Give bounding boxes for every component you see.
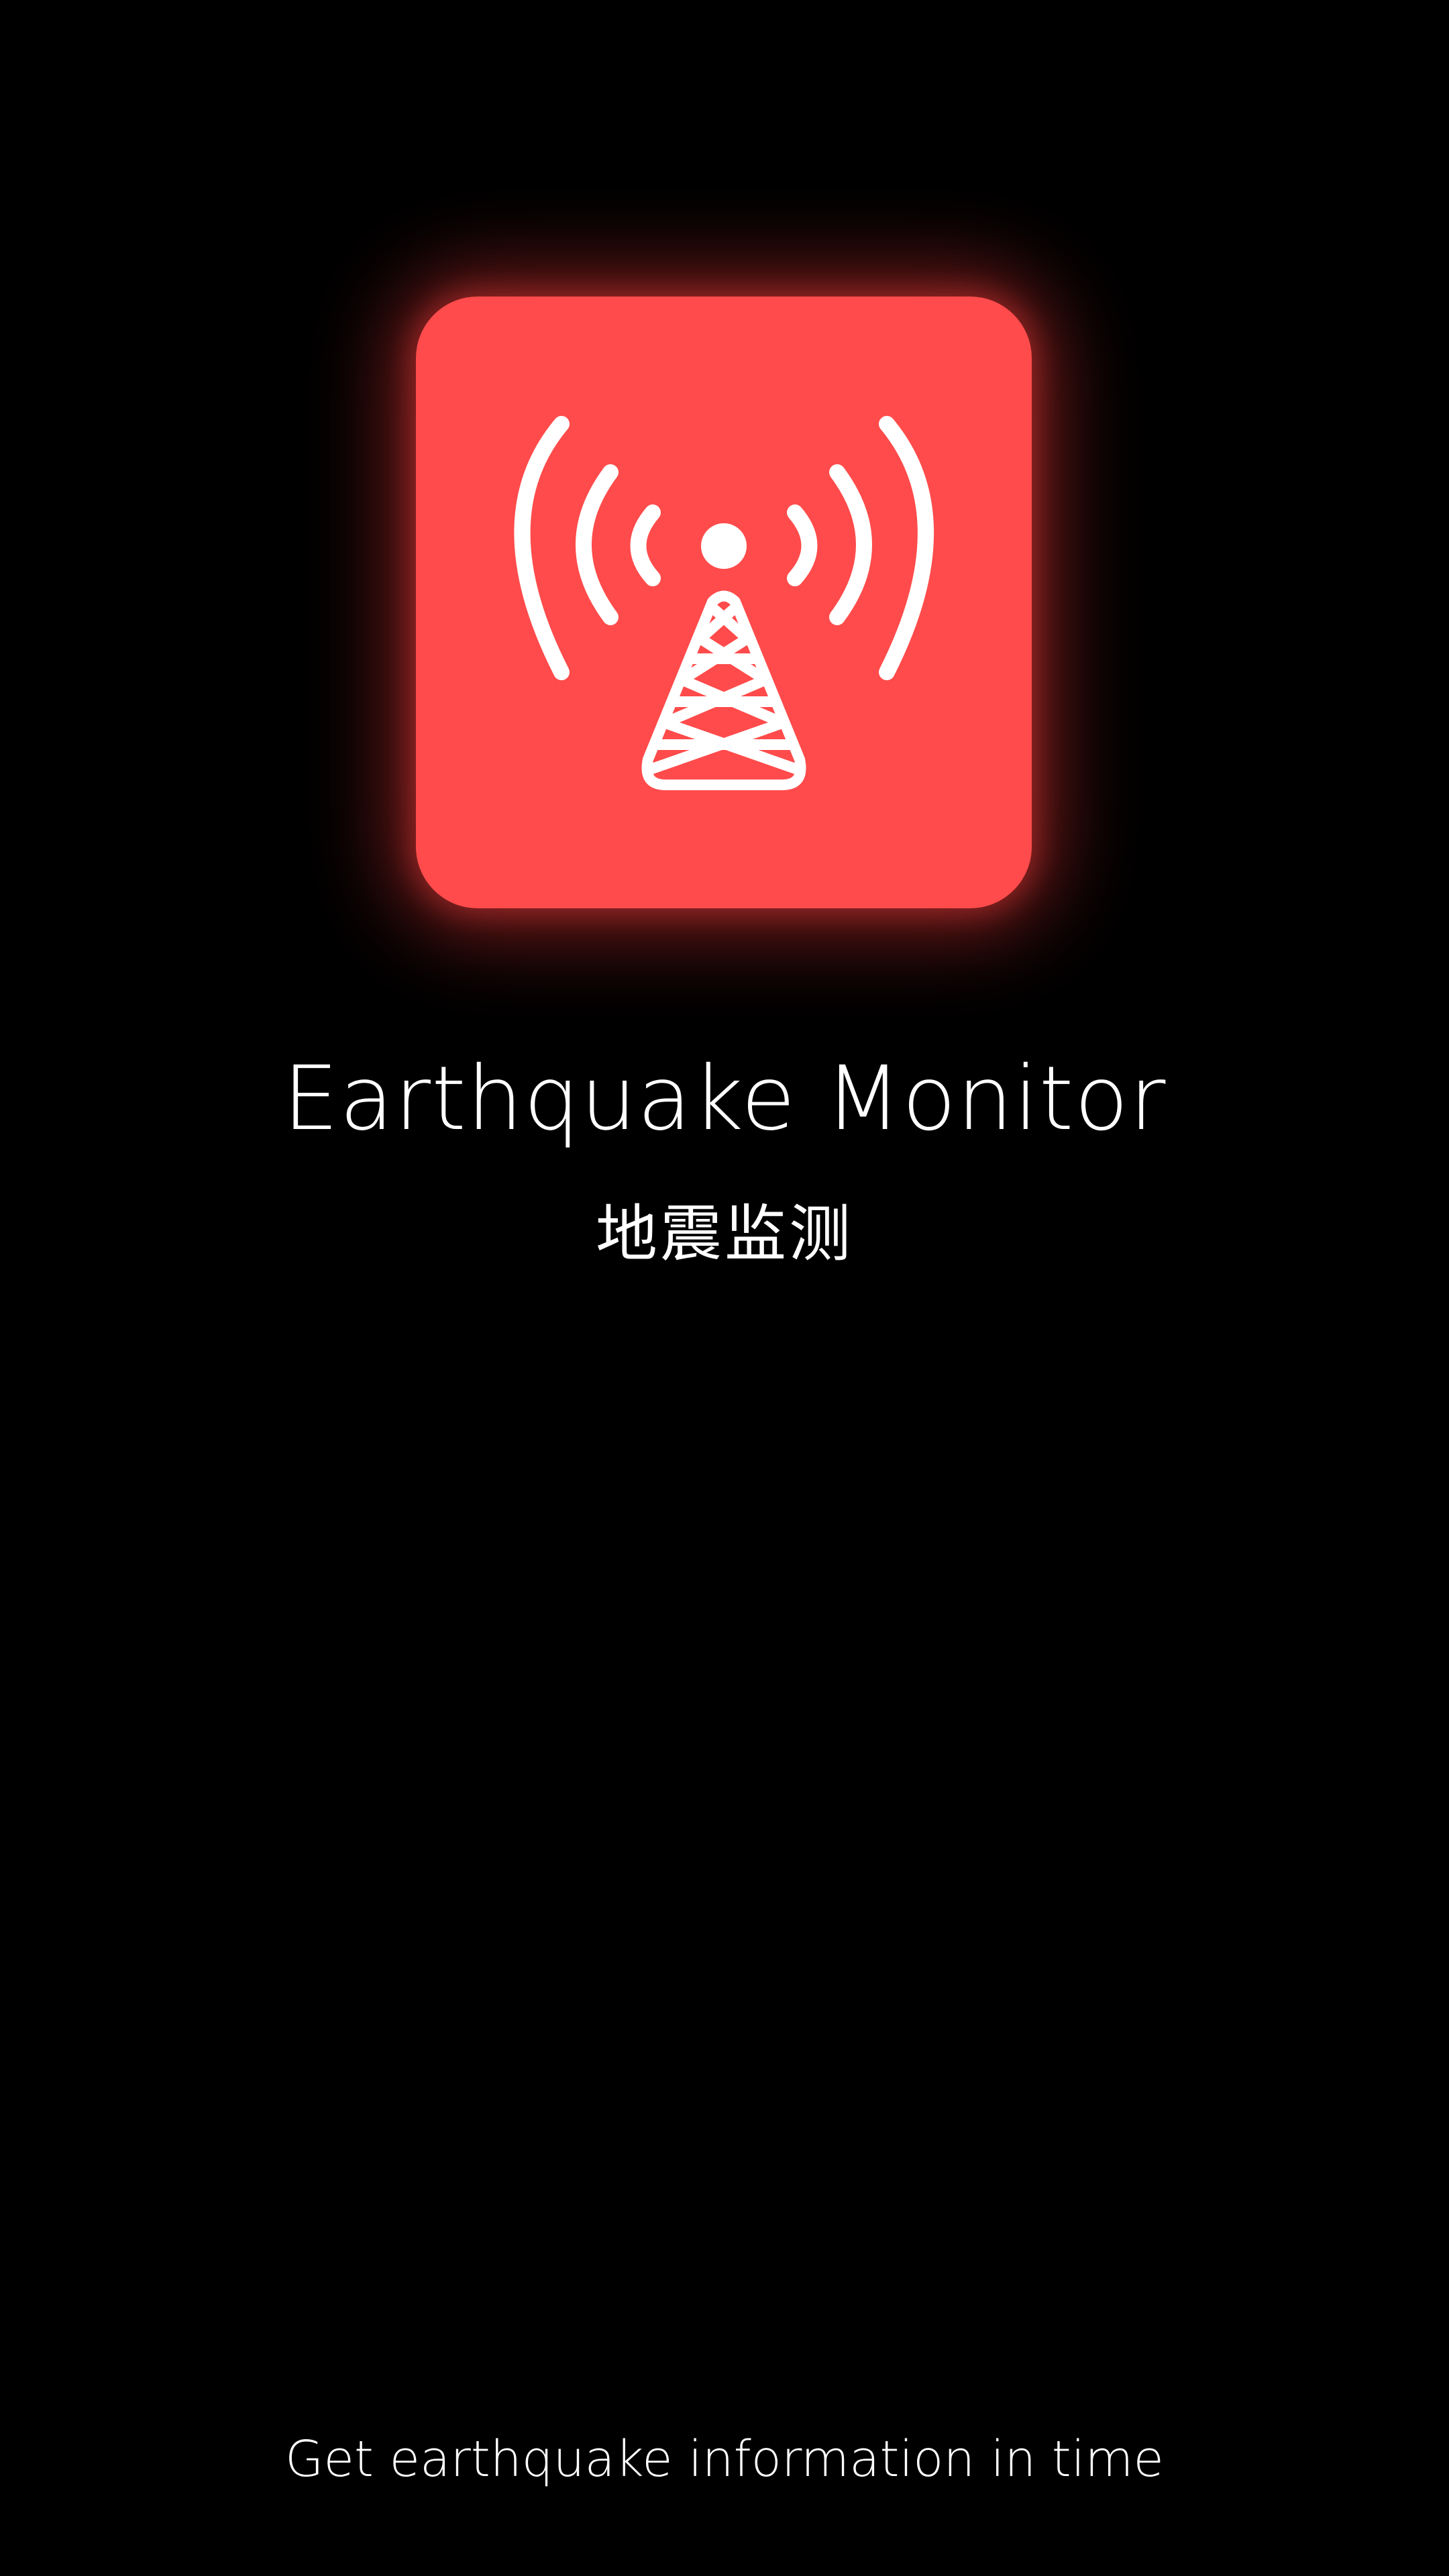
- app-tagline: Get earthquake information in time: [285, 2430, 1164, 2488]
- signal-wave-outer-left: [514, 416, 570, 680]
- splash-screen: Earthquake Monitor 地震监测 Get earthquake i…: [0, 0, 1449, 2576]
- signal-wave-inner-left: [630, 504, 661, 586]
- signal-wave-inner-right: [787, 504, 818, 586]
- signal-wave-middle-left: [576, 464, 619, 625]
- app-subtitle: 地震监测: [595, 1198, 853, 1270]
- antenna-dot: [701, 523, 747, 569]
- signal-wave-outer-right: [879, 416, 934, 680]
- broadcast-tower-icon: [514, 416, 934, 790]
- tower: [641, 590, 806, 790]
- app-icon: [416, 297, 1032, 908]
- signal-wave-middle-right: [829, 464, 872, 625]
- app-title: Earthquake Monitor: [282, 1047, 1167, 1150]
